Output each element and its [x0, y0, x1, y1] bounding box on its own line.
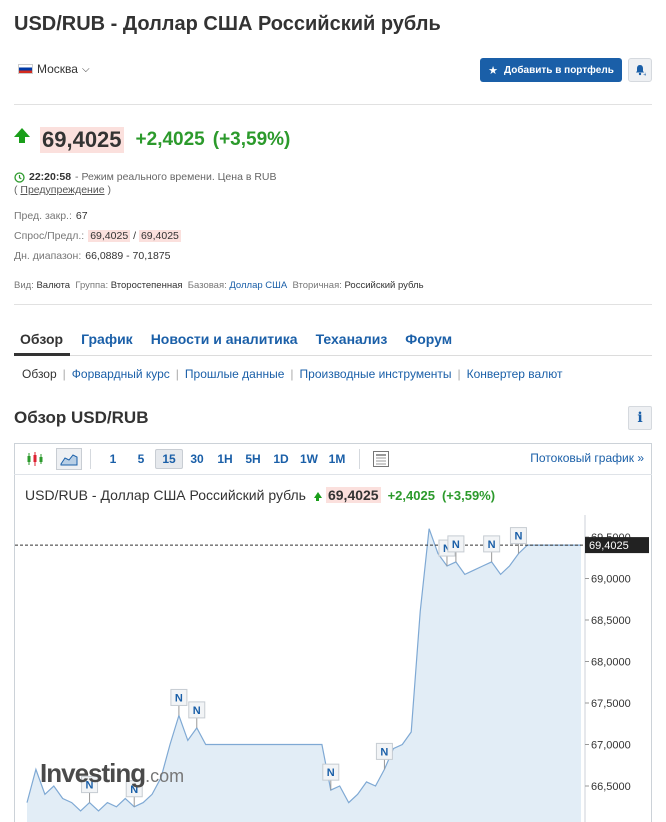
add-to-portfolio-button[interactable]: ★ Добавить в портфель — [480, 58, 622, 82]
chevron-down-icon: ⌵ — [81, 63, 90, 75]
timeframe-1[interactable]: 1 — [99, 452, 127, 466]
y-tick-label: 67,5000 — [591, 698, 631, 710]
tab-technical[interactable]: Теханализ — [316, 331, 388, 347]
timeframe-5h[interactable]: 5H — [239, 452, 267, 466]
type-value: Валюта — [36, 280, 71, 291]
price-change: +2,4025 — [135, 129, 205, 150]
divider — [14, 304, 652, 305]
y-tick-label: 67,0000 — [591, 740, 631, 752]
timeframe-1m[interactable]: 1M — [323, 452, 351, 466]
svg-text:+: + — [643, 72, 646, 76]
timeframe-5[interactable]: 5 — [127, 452, 155, 466]
second-label: Вторичная: — [292, 280, 342, 291]
price-row: 69,4025 +2,4025 (+3,59%) — [14, 127, 290, 153]
sub-tabs: Обзор | Форвардный курс | Прошлые данные | … — [22, 367, 563, 381]
prev-close-row: Пред. закр.: 67 — [14, 210, 88, 222]
type-label: Вид: — [14, 280, 34, 291]
group-label: Группа: — [75, 280, 109, 291]
chart-toolbar: 1 5 15 30 1H 5H 1D 1W 1M Потоковый графи… — [14, 443, 652, 475]
toolbar-separator — [90, 448, 91, 469]
overview-title: Обзор USD/RUB — [14, 408, 149, 427]
tab-news[interactable]: Новости и аналитика — [151, 331, 298, 347]
star-icon: ★ — [488, 64, 499, 77]
day-range-label: Дн. диапазон: — [14, 250, 82, 262]
timeframe-1h[interactable]: 1H — [211, 452, 239, 466]
bid-ask-row: Спрос/Предл.: 69,4025 / 69,4025 — [14, 230, 181, 242]
clock-icon — [14, 172, 25, 183]
group-value: Второстепенная — [110, 280, 183, 291]
bell-icon: + — [636, 65, 646, 76]
tab-chart[interactable]: График — [81, 331, 133, 347]
quote-time: 22:20:58 — [29, 171, 72, 183]
up-arrow-icon — [14, 128, 30, 149]
timeframe-1d[interactable]: 1D — [267, 452, 295, 466]
candlestick-icon[interactable] — [22, 448, 48, 470]
chart-header: USD/RUB - Доллар США Российский рубль 69… — [25, 487, 495, 503]
subtab-converter[interactable]: Конвертер валют — [467, 367, 563, 381]
news-marker-label: N — [452, 539, 460, 551]
y-tick-label: 68,5000 — [591, 615, 631, 627]
subtab-forward[interactable]: Форвардный курс — [72, 367, 170, 381]
y-tick-label: 69,0000 — [591, 574, 631, 586]
instrument-meta: Вид: Валюта Группа: Второстепенная Базов… — [14, 280, 424, 291]
timeframe-15[interactable]: 15 — [155, 448, 183, 469]
prev-close-value: 67 — [75, 210, 88, 222]
chart-price: 69,4025 — [325, 487, 381, 503]
quote-status: 22:20:58 - Режим реального времени. Цена… — [14, 171, 277, 196]
news-marker-label: N — [327, 767, 335, 779]
alert-button[interactable]: + — [628, 58, 652, 82]
investing-watermark: Investing.com — [40, 758, 184, 789]
warning-link[interactable]: Предупреждение — [20, 184, 104, 196]
chart-title: USD/RUB - Доллар США Российский рубль — [25, 487, 306, 503]
streaming-chart-link[interactable]: Потоковый график » — [530, 451, 644, 465]
ask-value: 69,4025 — [138, 230, 181, 242]
watermark-brand: Investing — [40, 758, 146, 788]
base-label: Базовая: — [187, 280, 227, 291]
prev-close-label: Пред. закр.: — [14, 210, 72, 222]
y-tick-label: 66,5000 — [591, 781, 631, 793]
tabs-underline — [14, 355, 652, 356]
news-marker-label: N — [380, 746, 388, 758]
watermark-suffix: .com — [145, 766, 185, 786]
day-range-value: 66,0889 - 70,1875 — [85, 250, 171, 262]
subtab-derivatives[interactable]: Производные инструменты — [300, 367, 452, 381]
timeframe-30[interactable]: 30 — [183, 452, 211, 466]
info-button[interactable]: i — [628, 406, 652, 430]
y-tick-label: 68,0000 — [591, 657, 631, 669]
quote-mode: - Режим реального времени. Цена в RUB — [75, 171, 277, 183]
table-view-icon[interactable] — [368, 448, 394, 470]
news-marker-label: N — [514, 531, 522, 543]
subtab-history[interactable]: Прошлые данные — [185, 367, 284, 381]
price-change-percent: (+3,59%) — [212, 129, 291, 150]
news-marker-label: N — [175, 692, 183, 704]
base-currency-link[interactable]: Доллар США — [229, 280, 287, 291]
page-title: USD/RUB - Доллар США Российский рубль — [14, 13, 441, 35]
toolbar-separator — [359, 448, 360, 469]
add-to-portfolio-label: Добавить в портфель — [504, 64, 614, 76]
last-price: 69,4025 — [40, 127, 124, 153]
day-range-row: Дн. диапазон: 66,0889 - 70,1875 — [14, 250, 171, 262]
area-chart-icon[interactable] — [56, 447, 82, 470]
bid-ask-label: Спрос/Предл.: — [14, 230, 85, 242]
location-selector[interactable]: Москва ⌵ — [18, 62, 90, 76]
tab-forum[interactable]: Форум — [405, 331, 452, 347]
main-tabs: Обзор График Новости и аналитика Теханал… — [20, 331, 470, 347]
second-value: Российский рубль — [344, 280, 424, 291]
divider — [14, 104, 652, 105]
location-label: Москва — [37, 62, 78, 76]
current-price-label: 69,4025 — [589, 540, 629, 552]
russia-flag-icon — [18, 64, 33, 74]
subtab-overview[interactable]: Обзор — [22, 367, 57, 381]
bid-value: 69,4025 — [88, 230, 131, 242]
chart-change: +2,4025 — [387, 487, 435, 503]
up-arrow-icon — [313, 492, 322, 501]
active-tab-indicator — [14, 353, 70, 356]
timeframe-1w[interactable]: 1W — [295, 452, 323, 466]
news-marker-label: N — [488, 539, 496, 551]
news-marker-label: N — [193, 705, 201, 717]
chart-change-percent: (+3,59%) — [441, 487, 496, 503]
tab-overview[interactable]: Обзор — [20, 331, 63, 347]
